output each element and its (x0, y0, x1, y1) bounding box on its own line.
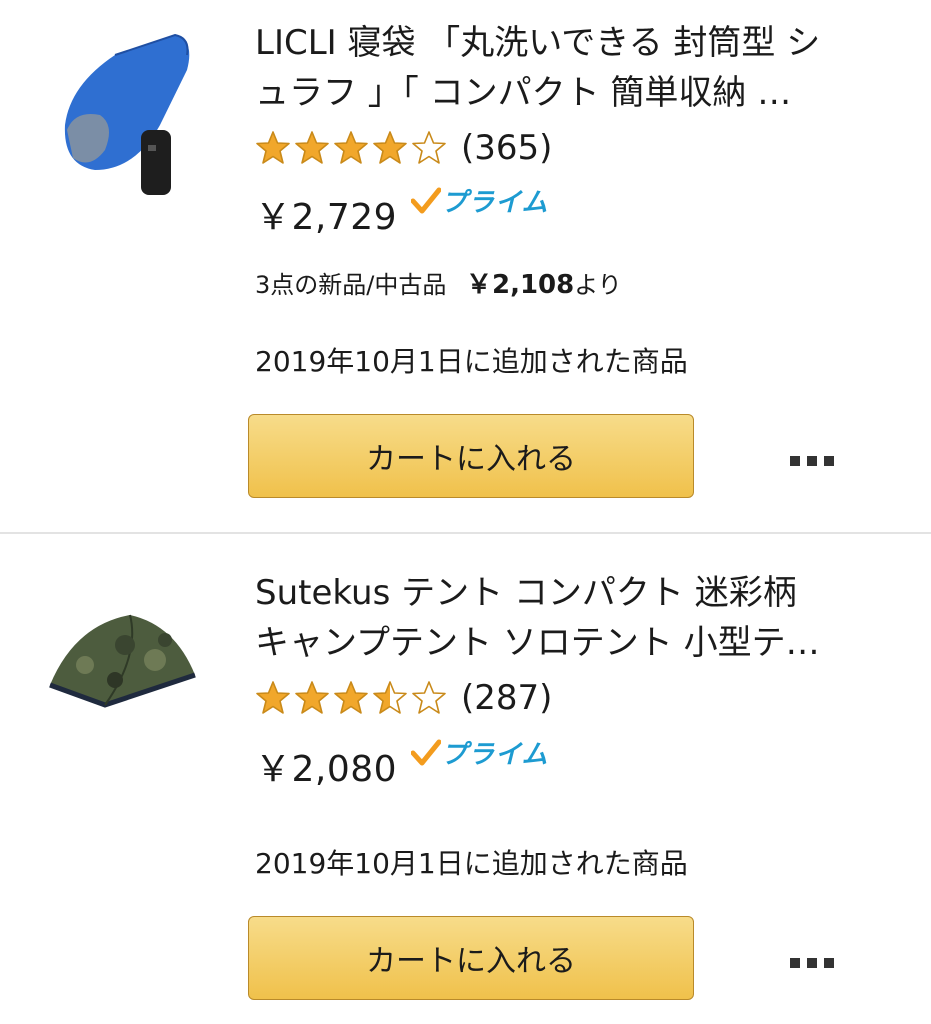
added-date: 2019年10月1日に追加された商品 (255, 847, 688, 880)
tent-image[interactable] (45, 605, 200, 715)
price: ￥2,729 (255, 197, 398, 238)
star-rating[interactable]: (365) (255, 128, 552, 168)
star-full-icon (295, 131, 329, 164)
star-full-icon (373, 131, 407, 164)
offers-suffix: より (574, 271, 622, 299)
divider (0, 532, 931, 534)
product-title-line-1[interactable]: LICLI 寝袋 「丸洗いできる 封筒型 シ (255, 18, 895, 68)
product-title-line-1[interactable]: Sutekus テント コンパクト 迷彩柄 (255, 568, 895, 618)
stars-container (255, 130, 447, 166)
more-options-icon[interactable] (790, 958, 834, 968)
stars-container (255, 680, 447, 716)
more-options-icon[interactable] (790, 456, 834, 466)
other-offers[interactable]: 3点の新品/中古品 ￥2,108より (255, 264, 622, 301)
added-date: 2019年10月1日に追加された商品 (255, 345, 688, 378)
prime-label: プライム (441, 740, 549, 770)
star-empty-icon (412, 681, 446, 714)
review-count[interactable]: (287) (461, 678, 552, 718)
offers-count: 3点の新品/中古品 (255, 271, 447, 299)
review-count[interactable]: (365) (461, 128, 552, 168)
prime-check-icon (411, 187, 442, 213)
add-to-cart-button[interactable]: カートに入れる (248, 414, 694, 498)
prime-label: プライム (441, 188, 549, 218)
star-full-icon (256, 131, 290, 164)
prime-badge: プライム (411, 734, 548, 771)
prime-badge: プライム (411, 182, 548, 219)
price: ￥2,080 (255, 749, 398, 790)
star-full-icon (256, 681, 290, 714)
prime-check-icon (411, 739, 442, 765)
star-full-icon (334, 681, 368, 714)
product-title-line-2[interactable]: ュラフ 」「 コンパクト 簡単収納 … (255, 68, 895, 118)
offers-price: ￥2,108 (466, 270, 575, 300)
star-empty-icon (412, 131, 446, 164)
add-to-cart-button[interactable]: カートに入れる (248, 916, 694, 1000)
star-half-icon (373, 681, 407, 714)
star-full-icon (295, 681, 329, 714)
star-rating[interactable]: (287) (255, 678, 552, 718)
star-full-icon (334, 131, 368, 164)
sleeping-bag-image[interactable] (55, 30, 205, 200)
product-title-line-2[interactable]: キャンプテント ソロテント 小型テ… (255, 618, 895, 668)
